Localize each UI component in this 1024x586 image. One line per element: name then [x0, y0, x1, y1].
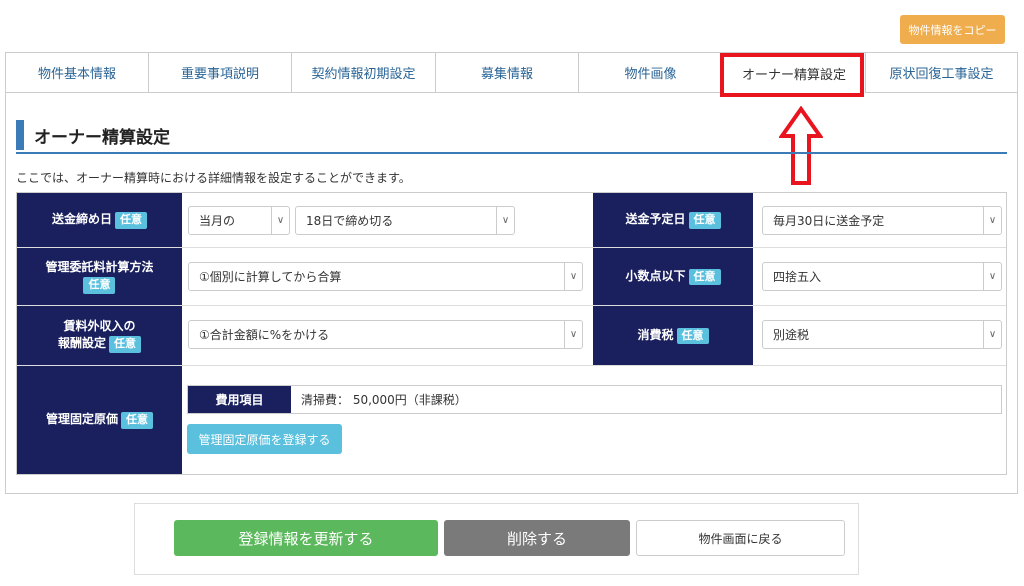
- chevron-down-icon: ∨: [496, 207, 514, 234]
- copy-property-button[interactable]: 物件情報をコピー: [900, 15, 1005, 44]
- optional-badge: 任意: [115, 212, 147, 229]
- optional-badge: 任意: [676, 327, 709, 345]
- remit-date-select[interactable]: 毎月30日に送金予定 ∨: [762, 206, 1002, 235]
- optional-badge: 任意: [83, 277, 116, 294]
- optional-badge: 任意: [688, 268, 721, 286]
- optional-badge: 任意: [688, 212, 721, 229]
- chevron-down-icon: ∨: [983, 263, 1001, 290]
- form-row-extra-income: 賃料外収入の 報酬設定 任意 ①合計金額に%をかける ∨ 消費税 任意 別途税 ∨: [17, 306, 1006, 366]
- section-heading: オーナー精算設定: [16, 118, 1007, 154]
- settlement-form: 送金締め日 任意 当月の ∨ 18日で締め切る ∨ 送金予定日 任意 毎月30日に送金予…: [16, 192, 1007, 475]
- update-button[interactable]: 登録情報を更新する: [174, 520, 438, 556]
- tab-property-basic[interactable]: 物件基本情報: [5, 52, 148, 93]
- chevron-down-icon: ∨: [564, 321, 582, 348]
- section-title: オーナー精算設定: [34, 127, 170, 148]
- cost-item-value: 清掃費： 50,000円（非課税）: [301, 393, 467, 407]
- chevron-down-icon: ∨: [271, 207, 289, 234]
- optional-badge: 任意: [121, 412, 153, 429]
- tax-label: 消費税 任意: [593, 306, 753, 365]
- cost-item-header: 費用項目: [188, 386, 291, 413]
- chevron-down-icon: ∨: [564, 263, 582, 290]
- remit-month-select[interactable]: 当月の ∨: [188, 206, 290, 235]
- section-description: ここでは、オーナー精算時における詳細情報を設定することができます。: [16, 171, 411, 185]
- form-row-remit: 送金締め日 任意 当月の ∨ 18日で締め切る ∨ 送金予定日 任意 毎月30日に送金予…: [17, 193, 1006, 248]
- tab-restoration[interactable]: 原状回復工事設定: [865, 52, 1018, 93]
- back-to-property-button[interactable]: 物件画面に戻る: [636, 520, 845, 556]
- tab-recruitment[interactable]: 募集情報: [435, 52, 578, 93]
- fixed-cost-table: 費用項目 清掃費： 50,000円（非課税）: [187, 385, 1002, 414]
- extra-income-select[interactable]: ①合計金額に%をかける ∨: [188, 320, 583, 349]
- tax-select[interactable]: 別途税 ∨: [762, 320, 1002, 349]
- fixed-cost-label: 管理固定原価 任意: [17, 366, 182, 474]
- register-fixed-cost-button[interactable]: 管理固定原価を登録する: [187, 424, 342, 454]
- tab-bar: 物件基本情報 重要事項説明 契約情報初期設定 募集情報 物件画像 オーナー精算設…: [5, 52, 1018, 93]
- commission-select[interactable]: ①個別に計算してから合算 ∨: [188, 262, 583, 291]
- chevron-down-icon: ∨: [983, 321, 1001, 348]
- heading-accent-bar: [16, 120, 24, 150]
- remit-close-label: 送金締め日 任意: [17, 193, 182, 247]
- form-row-commission: 管理委託料計算方法 任意 ①個別に計算してから合算 ∨ 小数点以下 任意 四捨五入 ∨: [17, 248, 1006, 306]
- decimal-label: 小数点以下 任意: [593, 248, 753, 305]
- delete-button[interactable]: 削除する: [444, 520, 630, 556]
- tab-contract-initial[interactable]: 契約情報初期設定: [291, 52, 435, 93]
- chevron-down-icon: ∨: [983, 207, 1001, 234]
- remit-day-select[interactable]: 18日で締め切る ∨: [295, 206, 515, 235]
- tab-property-images[interactable]: 物件画像: [578, 52, 722, 93]
- remit-date-label: 送金予定日 任意: [593, 193, 753, 247]
- commission-label: 管理委託料計算方法 任意: [17, 248, 182, 305]
- decimal-select[interactable]: 四捨五入 ∨: [762, 262, 1002, 291]
- extra-income-label: 賃料外収入の 報酬設定 任意: [17, 306, 182, 365]
- tab-owner-settlement[interactable]: オーナー精算設定: [722, 52, 865, 93]
- form-row-fixed-cost: 管理固定原価 任意 費用項目 清掃費： 50,000円（非課税） 管理固定原価を登…: [17, 366, 1006, 474]
- optional-badge: 任意: [109, 336, 141, 353]
- tab-important-matters[interactable]: 重要事項説明: [148, 52, 291, 93]
